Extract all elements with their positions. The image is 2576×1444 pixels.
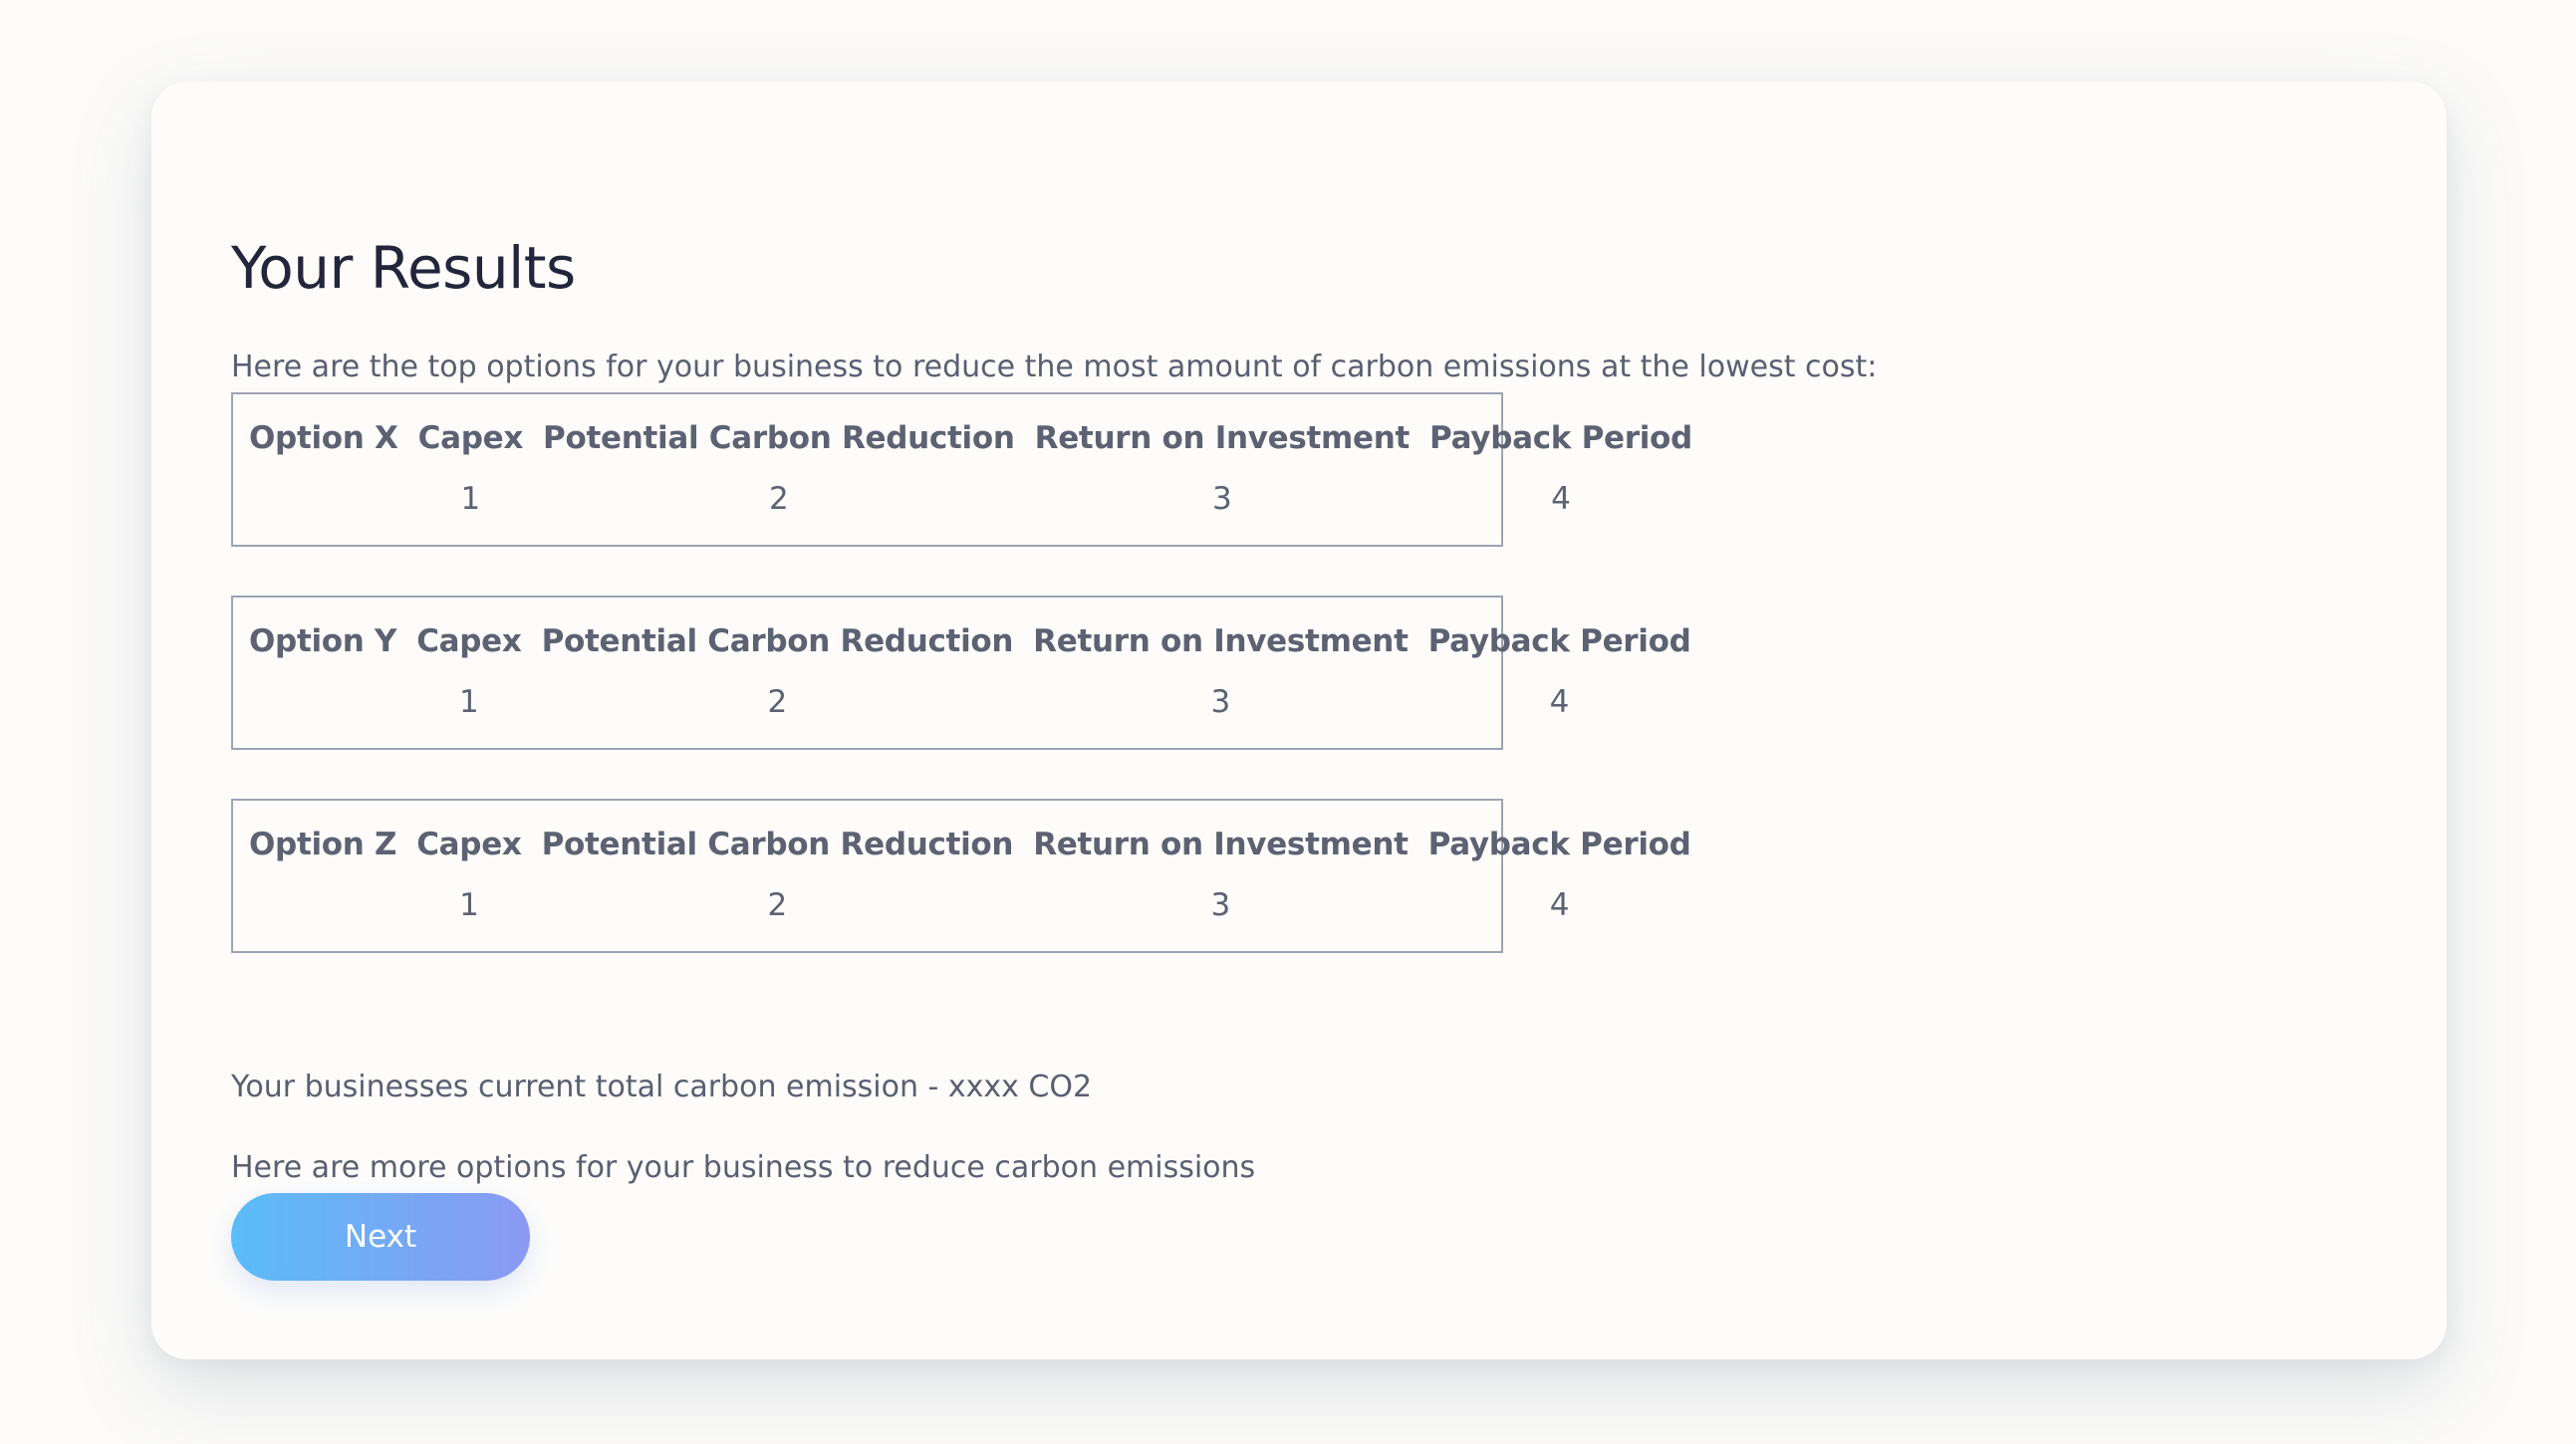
table-header-row: Option Y Capex Potential Carbon Reductio… [239, 613, 1701, 669]
column-header-capex: Capex [416, 623, 522, 659]
option-name: Option X [249, 420, 398, 456]
column-header-carbon-reduction: Potential Carbon Reduction [541, 623, 1014, 659]
column-header-roi: Return on Investment [1033, 623, 1409, 659]
column-header-roi: Return on Investment [1033, 827, 1409, 862]
more-options-text: Here are more options for your business … [231, 1150, 1256, 1185]
option-table-z: Option Z Capex Potential Carbon Reductio… [231, 799, 1691, 953]
intro-text: Here are the top options for your busine… [231, 350, 1878, 384]
current-emission-text: Your businesses current total carbon emi… [231, 1070, 1093, 1104]
column-header-capex: Capex [416, 827, 522, 862]
carbon-reduction-value: 2 [768, 481, 789, 517]
table-header-row: Option Z Capex Potential Carbon Reductio… [239, 817, 1701, 872]
column-header-payback: Payback Period [1427, 827, 1691, 862]
carbon-reduction-value: 2 [767, 684, 788, 720]
payback-value: 4 [1549, 684, 1570, 720]
column-header-carbon-reduction: Potential Carbon Reduction [541, 827, 1014, 862]
column-header-capex: Capex [417, 420, 524, 456]
column-header-payback: Payback Period [1429, 420, 1692, 456]
capex-value: 1 [459, 684, 479, 720]
table-row: 1 2 3 4 [239, 872, 1701, 938]
table-cell-empty [239, 466, 408, 532]
page-title: Your Results [231, 234, 576, 302]
table-cell-empty [239, 669, 406, 735]
option-name: Option Y [249, 623, 397, 659]
next-button[interactable]: Next [231, 1193, 530, 1281]
payback-value: 4 [1551, 481, 1571, 517]
table-row: 1 2 3 4 [239, 466, 1702, 532]
table-header-row: Option X Capex Potential Carbon Reductio… [239, 410, 1702, 466]
column-header-carbon-reduction: Potential Carbon Reduction [543, 420, 1015, 456]
option-table: Option Y Capex Potential Carbon Reductio… [239, 613, 1701, 735]
column-header-payback: Payback Period [1427, 623, 1691, 659]
carbon-reduction-value: 2 [767, 887, 788, 923]
capex-value: 1 [459, 887, 479, 923]
roi-value: 3 [1210, 887, 1231, 923]
roi-value: 3 [1211, 481, 1232, 517]
option-table: Option Z Capex Potential Carbon Reductio… [239, 817, 1701, 938]
option-table-y: Option Y Capex Potential Carbon Reductio… [231, 596, 1691, 750]
table-cell-empty [239, 872, 406, 938]
column-header-roi: Return on Investment [1034, 420, 1411, 456]
payback-value: 4 [1549, 887, 1570, 923]
option-table-x: Option X Capex Potential Carbon Reductio… [231, 392, 1692, 547]
option-table: Option X Capex Potential Carbon Reductio… [239, 410, 1702, 532]
results-card: Your Results Here are the top options fo… [151, 82, 2447, 1359]
table-row: 1 2 3 4 [239, 669, 1701, 735]
capex-value: 1 [460, 481, 481, 517]
roi-value: 3 [1210, 684, 1231, 720]
option-name: Option Z [249, 827, 397, 862]
